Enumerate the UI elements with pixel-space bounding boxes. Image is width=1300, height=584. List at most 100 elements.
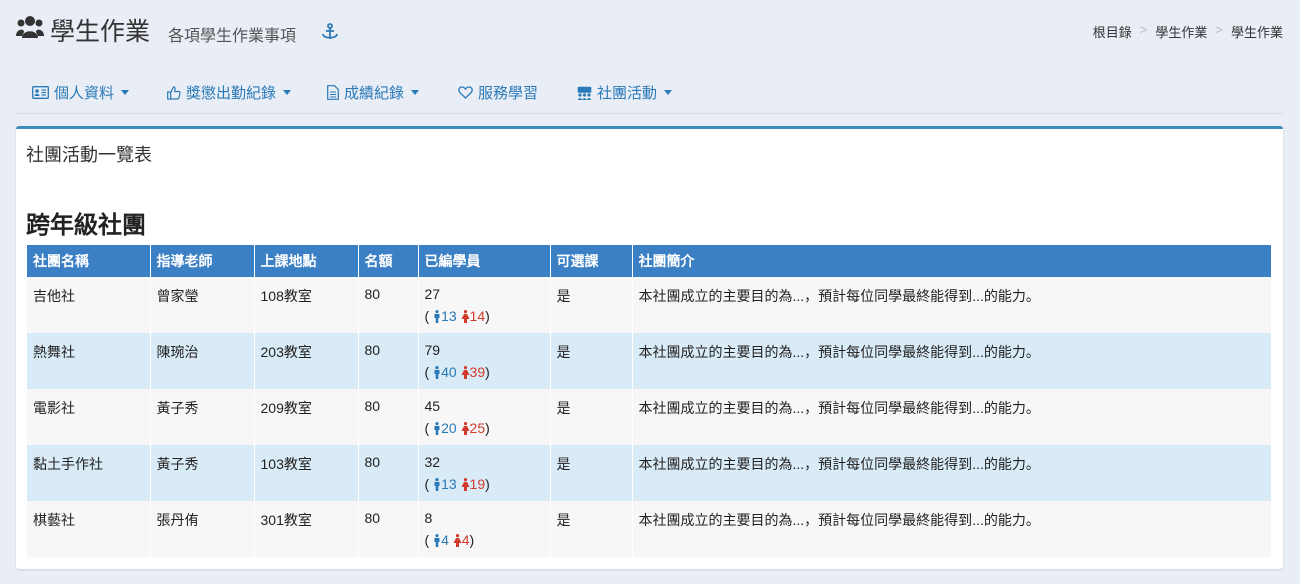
nav-item-label: 個人資料 bbox=[54, 85, 115, 102]
breadcrumb-item-current: 學生作業 bbox=[1230, 25, 1283, 40]
teacher-cell: 黃子秀 bbox=[150, 389, 255, 445]
quota-cell: 80 bbox=[358, 333, 419, 389]
location-cell: 301教室 bbox=[254, 501, 359, 557]
enrolled-cell: 32 ( 13 19) bbox=[418, 445, 551, 501]
club-name-cell: 棋藝社 bbox=[27, 501, 151, 557]
male-icon bbox=[434, 422, 440, 435]
female-count: 39 bbox=[469, 364, 486, 380]
section-title: 跨年級社團 bbox=[26, 212, 146, 239]
male-icon bbox=[434, 534, 440, 547]
nav-item-label: 服務學習 bbox=[478, 85, 539, 102]
female-icon bbox=[461, 366, 470, 379]
table-row[interactable]: 吉他社 曾家瑩 108教室 80 27 ( 13 14) 是 本社團成立的主要目… bbox=[27, 277, 1272, 333]
female-count: 19 bbox=[469, 476, 486, 492]
table-row[interactable]: 熱舞社 陳琬治 203教室 80 79 ( 40 39) 是 本社團成立的主要目… bbox=[27, 333, 1272, 389]
caret-down-icon bbox=[283, 90, 292, 95]
breadcrumb: 根目錄 > 學生作業 > 學生作業 bbox=[1093, 22, 1283, 41]
breadcrumb-item-root[interactable]: 根目錄 bbox=[1093, 22, 1132, 41]
enrolled-count: 8 bbox=[424, 510, 433, 526]
caret-down-icon bbox=[664, 90, 673, 95]
nav-item-personal-info[interactable]: 個人資料 bbox=[32, 82, 130, 103]
nav-item-club-activities[interactable]: 社團活動 bbox=[577, 82, 673, 103]
teacher-cell: 陳琬治 bbox=[150, 333, 255, 389]
breadcrumb-separator: > bbox=[1139, 22, 1148, 37]
nav-item-grades[interactable]: 成績紀錄 bbox=[327, 82, 420, 103]
male-count: 40 bbox=[441, 364, 457, 380]
quota-cell: 80 bbox=[358, 445, 419, 501]
female-count: 25 bbox=[469, 420, 486, 436]
breadcrumb-separator: > bbox=[1215, 22, 1223, 37]
intro-cell: 本社團成立的主要目的為...，預計每位同學最終能得到...的能力。 bbox=[632, 277, 1272, 333]
female-icon bbox=[461, 422, 470, 435]
nav-item-service-learning[interactable]: 服務學習 bbox=[458, 82, 538, 103]
enrolled-cell: 45 ( 20 25) bbox=[418, 389, 551, 445]
anchor-icon[interactable] bbox=[320, 22, 340, 42]
panel-title: 社團活動一覽表 bbox=[26, 145, 152, 165]
quota-cell: 80 bbox=[358, 389, 419, 445]
id-card-icon bbox=[32, 86, 49, 99]
female-count: 14 bbox=[469, 308, 486, 324]
teacher-cell: 曾家瑩 bbox=[150, 277, 255, 333]
nav-item-label: 社團活動 bbox=[597, 85, 658, 102]
nav-item-label: 成績紀錄 bbox=[344, 85, 405, 102]
gender-breakdown: ( 20 25) bbox=[424, 420, 490, 436]
main-nav: 個人資料 獎懲出勤紀錄 成績紀錄 服務學習 社團活動 bbox=[16, 68, 1283, 114]
female-icon bbox=[461, 478, 470, 491]
table-row[interactable]: 黏土手作社 黃子秀 103教室 80 32 ( 13 19) 是 本社團成立的主… bbox=[27, 445, 1272, 501]
nav-item-rewards-attendance[interactable]: 獎懲出勤紀錄 bbox=[167, 82, 292, 103]
page-subtitle: 各項學生作業事項 bbox=[168, 28, 297, 45]
club-list-panel: 社團活動一覽表 跨年級社團 社團名稱 指導老師 上課地點 名額 已編學員 可選課… bbox=[16, 126, 1283, 569]
caret-down-icon bbox=[121, 90, 130, 95]
selectable-cell: 是 bbox=[550, 277, 633, 333]
female-icon bbox=[453, 534, 462, 547]
intro-cell: 本社團成立的主要目的為...，預計每位同學最終能得到...的能力。 bbox=[632, 445, 1272, 501]
column-header-location[interactable]: 上課地點 bbox=[254, 245, 359, 277]
table-header-row: 社團名稱 指導老師 上課地點 名額 已編學員 可選課 社團簡介 bbox=[27, 245, 1272, 277]
male-count: 20 bbox=[441, 420, 457, 436]
column-header-club-name[interactable]: 社團名稱 bbox=[27, 245, 151, 277]
gender-breakdown: ( 40 39) bbox=[424, 364, 490, 380]
gender-breakdown: ( 13 19) bbox=[424, 476, 490, 492]
intro-cell: 本社團成立的主要目的為...，預計每位同學最終能得到...的能力。 bbox=[632, 333, 1272, 389]
club-table: 社團名稱 指導老師 上課地點 名額 已編學員 可選課 社團簡介 吉他社 曾家瑩 … bbox=[27, 245, 1272, 557]
enrolled-count: 45 bbox=[424, 398, 441, 414]
male-icon bbox=[434, 310, 440, 323]
column-header-quota[interactable]: 名額 bbox=[358, 245, 419, 277]
group-icon bbox=[577, 86, 592, 100]
male-count: 4 bbox=[441, 532, 449, 548]
quota-cell: 80 bbox=[358, 277, 419, 333]
location-cell: 108教室 bbox=[254, 277, 359, 333]
male-icon bbox=[434, 478, 440, 491]
page-title: 學生作業 bbox=[50, 18, 151, 46]
teacher-cell: 張丹侑 bbox=[150, 501, 255, 557]
location-cell: 203教室 bbox=[254, 333, 359, 389]
enrolled-cell: 27 ( 13 14) bbox=[418, 277, 551, 333]
column-header-selectable[interactable]: 可選課 bbox=[550, 245, 633, 277]
location-cell: 103教室 bbox=[254, 445, 359, 501]
table-row[interactable]: 棋藝社 張丹侑 301教室 80 8 ( 4 4) 是 本社團成立的主要目的為.… bbox=[27, 501, 1272, 557]
column-header-teacher[interactable]: 指導老師 bbox=[150, 245, 255, 277]
caret-down-icon bbox=[411, 90, 420, 95]
male-count: 13 bbox=[441, 308, 457, 324]
enrolled-cell: 79 ( 40 39) bbox=[418, 333, 551, 389]
selectable-cell: 是 bbox=[550, 445, 633, 501]
heart-icon bbox=[458, 86, 473, 99]
breadcrumb-item-student-work[interactable]: 學生作業 bbox=[1155, 22, 1207, 41]
column-header-enrolled[interactable]: 已編學員 bbox=[418, 245, 551, 277]
location-cell: 209教室 bbox=[254, 389, 359, 445]
nav-item-label: 獎懲出勤紀錄 bbox=[186, 85, 277, 102]
gender-breakdown: ( 13 14) bbox=[424, 308, 490, 324]
club-name-cell: 熱舞社 bbox=[27, 333, 151, 389]
club-name-cell: 黏土手作社 bbox=[27, 445, 151, 501]
enrolled-count: 32 bbox=[424, 454, 441, 470]
column-header-intro[interactable]: 社團簡介 bbox=[632, 245, 1272, 277]
enrolled-count: 27 bbox=[424, 286, 441, 302]
enrolled-count: 79 bbox=[424, 342, 441, 358]
quota-cell: 80 bbox=[358, 501, 419, 557]
document-icon bbox=[327, 85, 339, 100]
female-count: 4 bbox=[461, 532, 470, 548]
selectable-cell: 是 bbox=[550, 333, 633, 389]
table-row[interactable]: 電影社 黃子秀 209教室 80 45 ( 20 25) 是 本社團成立的主要目… bbox=[27, 389, 1272, 445]
intro-cell: 本社團成立的主要目的為...，預計每位同學最終能得到...的能力。 bbox=[632, 389, 1272, 445]
club-name-cell: 吉他社 bbox=[27, 277, 151, 333]
